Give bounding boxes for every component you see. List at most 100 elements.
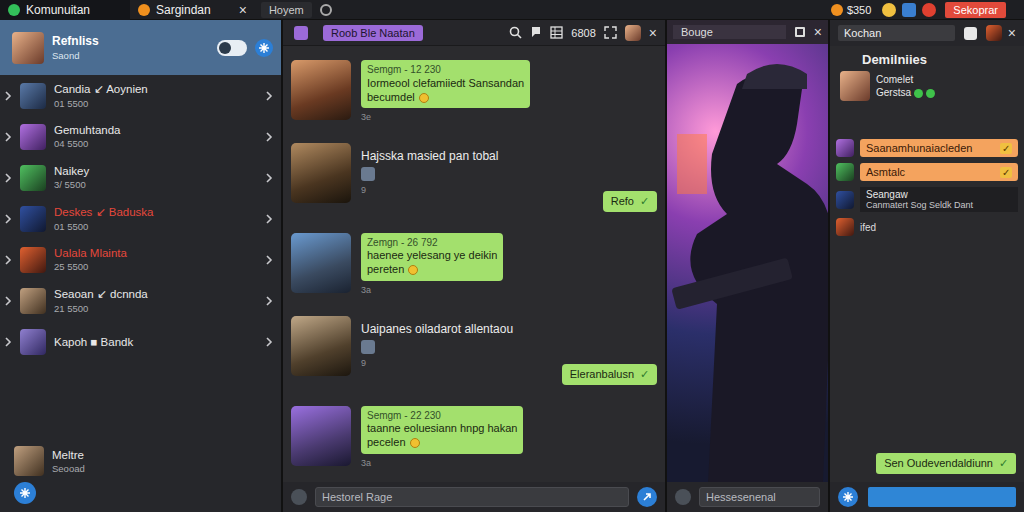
message-text: Hajsska masied pan tobal bbox=[361, 143, 657, 163]
read-tick: ✓ bbox=[1000, 167, 1012, 178]
chevron-icon[interactable] bbox=[4, 214, 12, 224]
message-input[interactable] bbox=[868, 487, 1016, 507]
chevron-icon[interactable] bbox=[4, 173, 12, 183]
message-text: becumdel bbox=[367, 91, 415, 103]
name-color: Kapoh ■ Bandk bbox=[54, 336, 257, 348]
menu-button[interactable]: Hoyem bbox=[261, 2, 312, 18]
message-time: 3a bbox=[361, 458, 657, 468]
coin-icon bbox=[831, 4, 843, 16]
close-button[interactable]: × bbox=[1008, 25, 1016, 41]
video-composer bbox=[667, 482, 828, 512]
settings-icon[interactable] bbox=[255, 39, 273, 57]
avatar bbox=[291, 316, 351, 376]
message-text: pereten bbox=[367, 263, 404, 275]
message-bubble: Semgm - 22 230taanne eoluesiann hnpg hak… bbox=[361, 406, 523, 454]
balance-amount: $350 bbox=[847, 4, 871, 16]
message-text: Iormeool clefamiiedt Sansandan bbox=[367, 77, 524, 89]
check-icon[interactable] bbox=[964, 27, 977, 40]
grid-icon[interactable] bbox=[550, 26, 563, 39]
add-icon[interactable] bbox=[838, 487, 858, 507]
chat-panel: Roob Ble Naatan6808×Semgm - 12 230Iormeo… bbox=[283, 20, 667, 512]
tab-label: Sargindan bbox=[156, 3, 211, 17]
chevron-icon[interactable] bbox=[4, 255, 12, 265]
avatar bbox=[20, 206, 46, 232]
message-bubble: Semgm - 12 230Iormeool clefamiiedt Sansa… bbox=[361, 60, 530, 108]
message-text: pecelen bbox=[367, 436, 406, 448]
item-name: Kapoh ■ Bandk bbox=[54, 336, 133, 348]
sidebar-item[interactable]: Kapoh ■ Bandk bbox=[0, 321, 281, 362]
expand-icon[interactable] bbox=[604, 26, 617, 39]
add-icon[interactable] bbox=[14, 482, 36, 504]
sidebar-item[interactable]: Naikey3/ 5500 bbox=[0, 157, 281, 198]
chevron-icon[interactable] bbox=[4, 132, 12, 142]
emoji-icon[interactable] bbox=[291, 489, 307, 505]
message-input[interactable] bbox=[315, 487, 629, 507]
message-time: 3a bbox=[361, 285, 657, 295]
close-button[interactable]: × bbox=[239, 2, 247, 18]
panel-title: Demilniies bbox=[830, 46, 1024, 69]
close-button[interactable]: × bbox=[649, 25, 657, 41]
chevron-icon[interactable] bbox=[265, 337, 273, 347]
emoji-icon[interactable] bbox=[675, 489, 691, 505]
message: Semgm - 22 230taanne eoluesiann hnpg hak… bbox=[291, 406, 657, 468]
clock-icon[interactable] bbox=[922, 3, 936, 17]
spacer bbox=[0, 362, 281, 442]
reply-text: Refo bbox=[611, 195, 634, 208]
sidebar-item[interactable]: Ualala Mlainta25 5500 bbox=[0, 239, 281, 280]
app-icon[interactable] bbox=[902, 3, 916, 17]
channel-name[interactable]: Roob Ble Naatan bbox=[323, 25, 423, 41]
chevron-icon[interactable] bbox=[4, 296, 12, 306]
message-body: Uaipanes oiladarot allentaou9Eleranbalus… bbox=[361, 316, 657, 385]
close-button[interactable]: × bbox=[814, 24, 822, 40]
member-message: Saanamhunaiacleden✓ bbox=[836, 139, 1018, 157]
app-icon bbox=[138, 4, 150, 16]
chevron-icon[interactable] bbox=[265, 91, 273, 101]
avatar bbox=[291, 143, 351, 203]
window-tab[interactable]: Sargindan bbox=[130, 0, 219, 20]
search-icon[interactable] bbox=[509, 26, 522, 39]
popout-icon[interactable] bbox=[795, 27, 805, 37]
window-tab[interactable]: Komunuitan bbox=[0, 0, 130, 20]
puzzle-icon[interactable] bbox=[882, 3, 896, 17]
sidebar-item[interactable]: RefnlissSaond bbox=[0, 20, 281, 75]
search-field[interactable]: Kochan bbox=[838, 25, 955, 41]
chevron-icon[interactable] bbox=[4, 337, 12, 347]
chevron-icon[interactable] bbox=[265, 255, 273, 265]
chevron-icon[interactable] bbox=[265, 296, 273, 306]
sidebar-item[interactable]: Gemuhtanda04 5500 bbox=[0, 116, 281, 157]
item-name: Refnliss bbox=[52, 34, 99, 48]
send-icon[interactable] bbox=[637, 487, 657, 507]
member[interactable]: ComeletGerstsa bbox=[830, 69, 1024, 103]
name-color: Gemuhtanda bbox=[54, 124, 257, 136]
message-line: Semgm - 12 230 bbox=[367, 64, 524, 77]
chevron-icon[interactable] bbox=[265, 132, 273, 142]
pin-icon[interactable] bbox=[530, 26, 542, 39]
message-text: Uaipanes oiladarot allentaou bbox=[361, 316, 657, 336]
message-bubble: Saanamhunaiacleden✓ bbox=[860, 139, 1018, 157]
avatar bbox=[20, 247, 46, 273]
toggle[interactable] bbox=[217, 40, 247, 56]
avatar bbox=[20, 124, 46, 150]
action-button[interactable]: Sekoprar bbox=[945, 2, 1006, 18]
item-name: Naikey bbox=[54, 165, 89, 177]
avatar bbox=[20, 83, 46, 109]
sidebar-item[interactable]: Deskes ↙ Baduska01 5500 bbox=[0, 198, 281, 239]
message-body: Zemgn - 26 792haenee yelesang ye deikinp… bbox=[361, 233, 657, 295]
message: Zemgn - 26 792haenee yelesang ye deikinp… bbox=[291, 233, 657, 295]
message-line: becumdel bbox=[367, 91, 524, 105]
video-input[interactable] bbox=[699, 487, 820, 507]
smiley-icon bbox=[410, 438, 420, 448]
member-message: ifed bbox=[836, 218, 1018, 236]
chevron-icon[interactable] bbox=[265, 214, 273, 224]
sidebar-item[interactable]: Seaoan ↙ dcnnda21 5500 bbox=[0, 280, 281, 321]
avatar bbox=[836, 163, 854, 181]
chevron-icon[interactable] bbox=[265, 173, 273, 183]
avatar bbox=[836, 139, 854, 157]
settings-icon bbox=[320, 4, 332, 16]
read-tick: ✓ bbox=[640, 195, 649, 208]
avatar bbox=[625, 25, 641, 41]
chevron-icon[interactable] bbox=[4, 91, 12, 101]
sidebar-item[interactable]: Candia ↙ Aoynien01 5500 bbox=[0, 75, 281, 116]
profile[interactable]: MeltreSeooad bbox=[0, 442, 281, 480]
message-line: Iormeool clefamiiedt Sansandan bbox=[367, 77, 524, 91]
